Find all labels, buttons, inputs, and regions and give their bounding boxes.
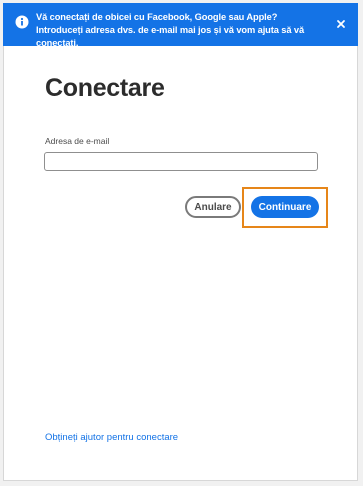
help-link[interactable]: Obțineți ajutor pentru conectare	[45, 432, 178, 443]
info-banner: Vă conectați de obicei cu Facebook, Goog…	[3, 3, 358, 48]
info-icon	[15, 15, 29, 29]
page-title: Conectare	[45, 74, 165, 102]
close-icon[interactable]	[333, 16, 349, 32]
banner-message: Vă conectați de obicei cu Facebook, Goog…	[36, 12, 305, 48]
continue-button[interactable]: Continuare	[251, 196, 319, 218]
cancel-button[interactable]: Anulare	[185, 196, 241, 218]
email-field[interactable]	[44, 152, 318, 171]
email-label: Adresa de e-mail	[45, 136, 110, 146]
